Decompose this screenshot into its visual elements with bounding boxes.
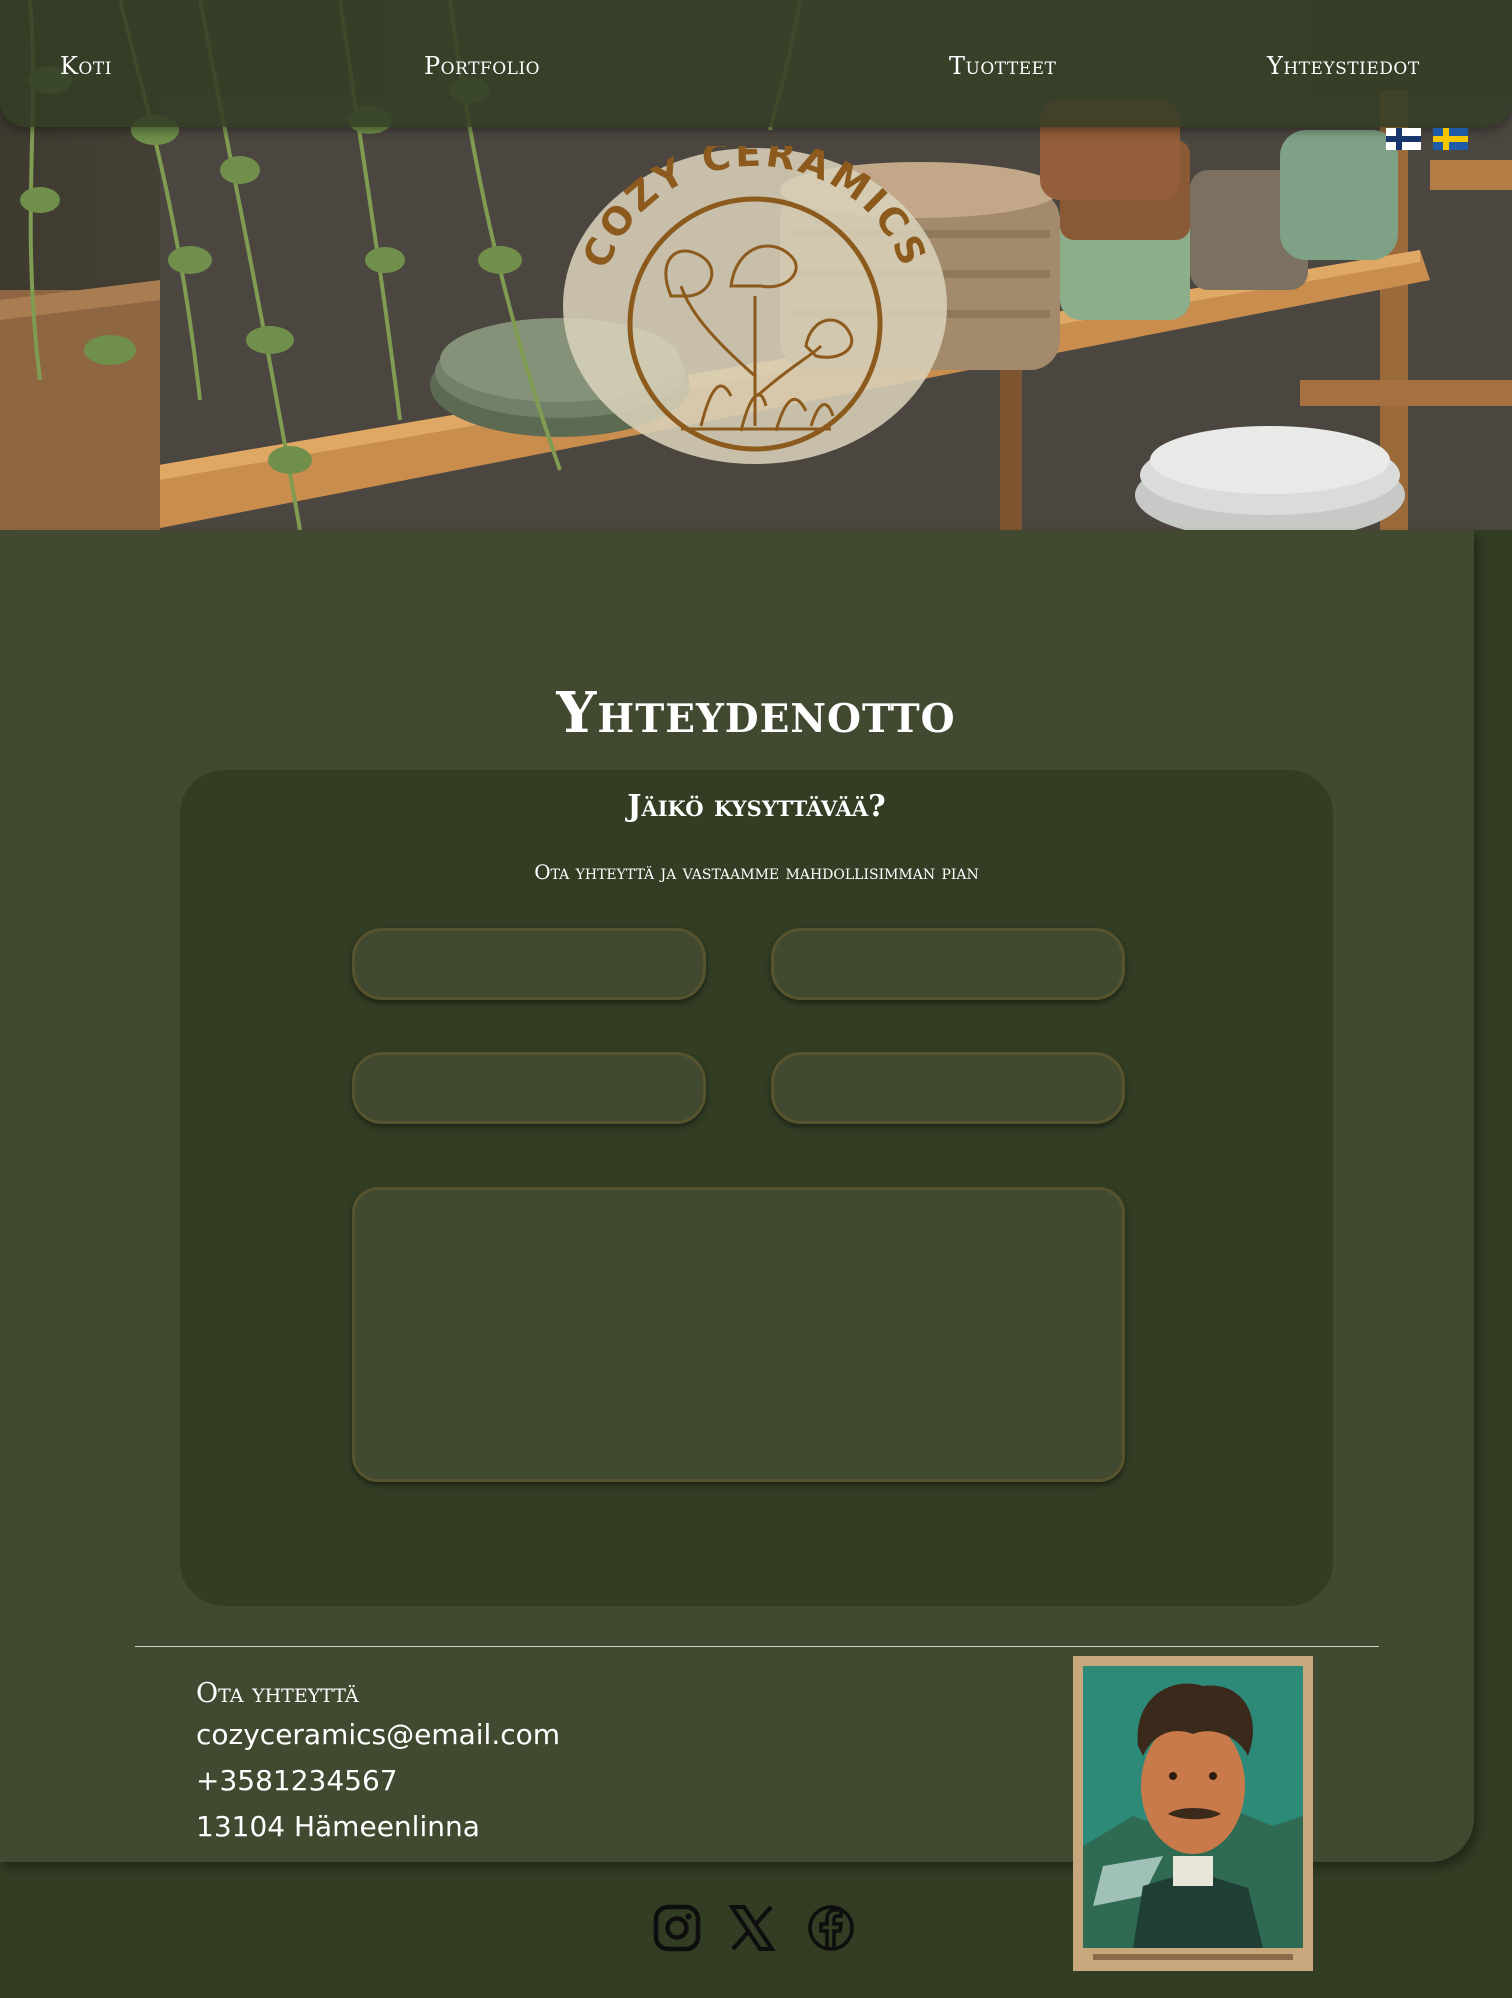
footer-divider (135, 1646, 1379, 1647)
form-field-3[interactable] (352, 1052, 706, 1124)
contact-address: 13104 Hämeenlinna (196, 1810, 480, 1843)
nav-item-portfolio[interactable]: Portfolio (424, 52, 540, 80)
form-field-4[interactable] (771, 1052, 1125, 1124)
top-navigation: Koti Portfolio Tuotteet Yhteystiedot (0, 0, 1512, 127)
form-subheading: Ota yhteyttä ja vastaamme mahdollisimman… (534, 860, 979, 884)
hero-banner: COZY CERAMICS Koti Portfolio Tuotteet Yh… (0, 0, 1512, 530)
nav-item-tuotteet[interactable]: Tuotteet (949, 52, 1056, 80)
flower-logo-icon: COZY CERAMICS (563, 131, 947, 464)
portrait-illustration (1073, 1656, 1313, 1971)
contact-email[interactable]: cozyceramics@email.com (196, 1718, 560, 1751)
nav-item-yhteystiedot[interactable]: Yhteystiedot (1267, 52, 1420, 80)
nav-item-koti[interactable]: Koti (60, 52, 112, 80)
form-field-1[interactable] (352, 928, 706, 1000)
instagram-icon[interactable] (652, 1903, 702, 1953)
finland-flag-icon[interactable] (1386, 128, 1421, 150)
cozy-ceramics-logo[interactable]: COZY CERAMICS (561, 131, 949, 466)
facebook-icon[interactable] (806, 1903, 856, 1953)
form-heading: Jäikö kysyttävää? (627, 789, 886, 824)
contact-phone: +3581234567 (196, 1764, 398, 1797)
form-field-2[interactable] (771, 928, 1125, 1000)
x-icon[interactable] (727, 1903, 777, 1953)
sweden-flag-icon[interactable] (1433, 128, 1468, 150)
contact-title: Ota yhteyttä (196, 1678, 359, 1709)
page-title: Yhteydenotto (556, 680, 956, 746)
message-textarea[interactable] (352, 1187, 1125, 1482)
